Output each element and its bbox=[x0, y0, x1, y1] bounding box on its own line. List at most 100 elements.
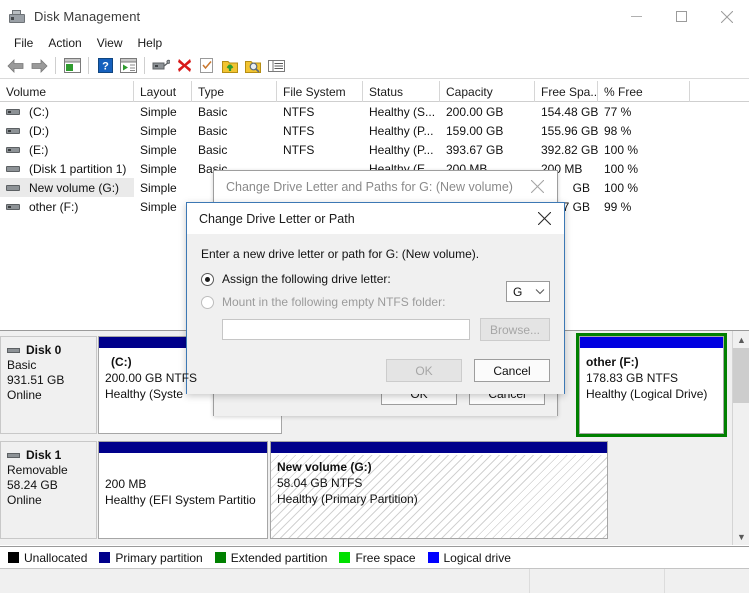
partition-label: (C:) bbox=[111, 355, 132, 369]
menu-help[interactable]: Help bbox=[132, 35, 172, 52]
cell-type: Basic bbox=[198, 123, 228, 138]
column-header-file-system[interactable]: File System bbox=[277, 81, 363, 102]
toolbar-separator-3 bbox=[144, 57, 145, 74]
column-header-type[interactable]: Type bbox=[192, 81, 277, 102]
show-hide-console-tree-icon[interactable] bbox=[61, 55, 83, 77]
partition-color-bar bbox=[580, 337, 723, 349]
scrollbar-thumb[interactable] bbox=[733, 348, 749, 403]
legend-item-primary-partition: Primary partition bbox=[99, 550, 203, 565]
radio-assign-drive-letter[interactable] bbox=[201, 272, 214, 286]
disk-row-0[interactable]: Disk 0 Basic 931.51 GB Online (C:) 200.0… bbox=[0, 336, 282, 434]
volume-list-header: Volume Layout Type File System Status Ca… bbox=[0, 81, 749, 102]
cell-capacity: 393.67 GB bbox=[446, 142, 504, 157]
column-header-percent-free[interactable]: % Free bbox=[598, 81, 690, 102]
partition-block[interactable]: New volume (G:) 58.04 GB NTFS Healthy (P… bbox=[270, 441, 608, 539]
show-hide-action-pane-icon[interactable] bbox=[117, 55, 139, 77]
ok-button[interactable]: OK bbox=[386, 359, 462, 382]
cell-status: Healthy (S... bbox=[369, 104, 436, 119]
disk-name: Disk 1 bbox=[26, 448, 62, 462]
option-mount-ntfs-folder[interactable]: Mount in the following empty NTFS folder… bbox=[201, 295, 550, 309]
scroll-up-icon[interactable]: ▲ bbox=[733, 331, 749, 348]
close-icon[interactable] bbox=[524, 204, 564, 234]
volume-label: (Disk 1 partition 1) bbox=[29, 161, 127, 176]
cell-layout: Simple bbox=[140, 199, 177, 214]
legend-label: Primary partition bbox=[115, 550, 203, 565]
dialog-title: Change Drive Letter or Path bbox=[199, 211, 355, 226]
option-assign-drive-letter[interactable]: Assign the following drive letter: bbox=[201, 272, 550, 286]
column-header-free-space[interactable]: Free Spa... bbox=[535, 81, 598, 102]
forward-arrow-icon[interactable] bbox=[28, 55, 50, 77]
column-header-spacer[interactable] bbox=[690, 81, 749, 102]
legend-label: Unallocated bbox=[24, 550, 88, 565]
toolbar: ? bbox=[0, 53, 749, 79]
table-row[interactable]: (E:) Simple Basic NTFS Healthy (P... 393… bbox=[0, 140, 749, 159]
column-header-status[interactable]: Status bbox=[363, 81, 440, 102]
column-header-volume[interactable]: Volume bbox=[0, 81, 134, 102]
back-arrow-icon[interactable] bbox=[5, 55, 27, 77]
table-row[interactable]: (D:) Simple Basic NTFS Healthy (P... 159… bbox=[0, 121, 749, 140]
export-list-icon[interactable] bbox=[219, 55, 241, 77]
menu-view[interactable]: View bbox=[91, 35, 132, 52]
table-row[interactable]: (C:) Simple Basic NTFS Healthy (S... 200… bbox=[0, 102, 749, 121]
cell-capacity: 200.00 GB bbox=[446, 104, 504, 119]
partition-group-disk0-right: other (F:) 178.83 GB NTFS Healthy (Logic… bbox=[576, 333, 727, 437]
disk-size: 58.24 GB bbox=[7, 478, 58, 492]
partition-block[interactable]: (C:) 200.00 GB NTFS Healthy (Syste bbox=[98, 336, 282, 434]
cell-file-system: NTFS bbox=[283, 104, 315, 119]
column-header-layout[interactable]: Layout bbox=[134, 81, 192, 102]
cell-type: Basic bbox=[198, 104, 228, 119]
disk-info-1: Disk 1 Removable 58.24 GB Online bbox=[0, 441, 97, 539]
minimize-icon[interactable] bbox=[614, 0, 659, 33]
rescan-disks-icon[interactable] bbox=[196, 55, 218, 77]
menu-bar: File Action View Help bbox=[0, 33, 749, 53]
cell-layout: Simple bbox=[140, 161, 177, 176]
drive-letter-dropdown[interactable]: G bbox=[506, 281, 550, 302]
maximize-icon[interactable] bbox=[659, 0, 704, 33]
close-icon[interactable] bbox=[517, 171, 557, 202]
cell-percent-free: 98 % bbox=[604, 123, 632, 138]
mount-path-input[interactable] bbox=[222, 319, 470, 340]
legend-swatch bbox=[214, 552, 226, 563]
partition-size: 58.04 GB NTFS bbox=[277, 476, 363, 490]
detail-view-icon[interactable] bbox=[265, 55, 287, 77]
cell-free-space: 392.82 GB bbox=[541, 142, 598, 157]
partition-block[interactable]: other (F:) 178.83 GB NTFS Healthy (Logic… bbox=[576, 333, 727, 437]
disk-management-window: Disk Management File Action View Help ? … bbox=[0, 0, 749, 593]
browse-button[interactable]: Browse... bbox=[480, 318, 550, 341]
cell-free-space: 155.96 GB bbox=[541, 123, 598, 138]
cell-free-space: 154.48 GB bbox=[541, 104, 598, 119]
properties-icon[interactable] bbox=[150, 55, 172, 77]
legend-item-free-space: Free space bbox=[339, 551, 416, 565]
help-icon[interactable]: ? bbox=[94, 55, 116, 77]
column-header-capacity[interactable]: Capacity bbox=[440, 81, 535, 102]
delete-icon[interactable] bbox=[173, 55, 195, 77]
cell-percent-free: 100 % bbox=[604, 161, 639, 176]
legend-swatch bbox=[339, 552, 351, 563]
cancel-button[interactable]: Cancel bbox=[474, 359, 550, 382]
partition-status: Healthy (Syste bbox=[105, 387, 184, 401]
option-mount-label: Mount in the following empty NTFS folder… bbox=[222, 295, 446, 309]
disk-size: 931.51 GB bbox=[7, 373, 65, 387]
menu-file[interactable]: File bbox=[8, 35, 42, 52]
cell-file-system: NTFS bbox=[283, 142, 315, 157]
svg-text:?: ? bbox=[102, 61, 109, 73]
legend-label: Extended partition bbox=[230, 550, 328, 565]
toolbar-separator-2 bbox=[88, 57, 89, 74]
disk-type: Basic bbox=[7, 358, 37, 372]
menu-action[interactable]: Action bbox=[42, 35, 90, 52]
cell-percent-free: 77 % bbox=[604, 104, 632, 119]
legend-bar: Unallocated Primary partition Extended p… bbox=[0, 546, 749, 568]
volume-icon bbox=[6, 144, 20, 155]
close-icon[interactable] bbox=[704, 0, 749, 33]
scroll-down-icon[interactable]: ▼ bbox=[733, 528, 749, 545]
partition-block[interactable]: 200 MB Healthy (EFI System Partitio bbox=[98, 441, 268, 539]
search-icon[interactable] bbox=[242, 55, 264, 77]
legend-swatch bbox=[8, 552, 19, 563]
radio-mount-ntfs-folder[interactable] bbox=[201, 295, 214, 309]
legend-label: Logical drive bbox=[443, 550, 511, 565]
volume-icon bbox=[6, 201, 20, 212]
partition-label: other (F:) bbox=[586, 355, 639, 369]
graphical-view-scrollbar[interactable]: ▲ ▼ bbox=[732, 331, 749, 545]
disk-row-1[interactable]: Disk 1 Removable 58.24 GB Online 200 MB … bbox=[0, 441, 608, 539]
option-assign-label: Assign the following drive letter: bbox=[222, 272, 391, 286]
